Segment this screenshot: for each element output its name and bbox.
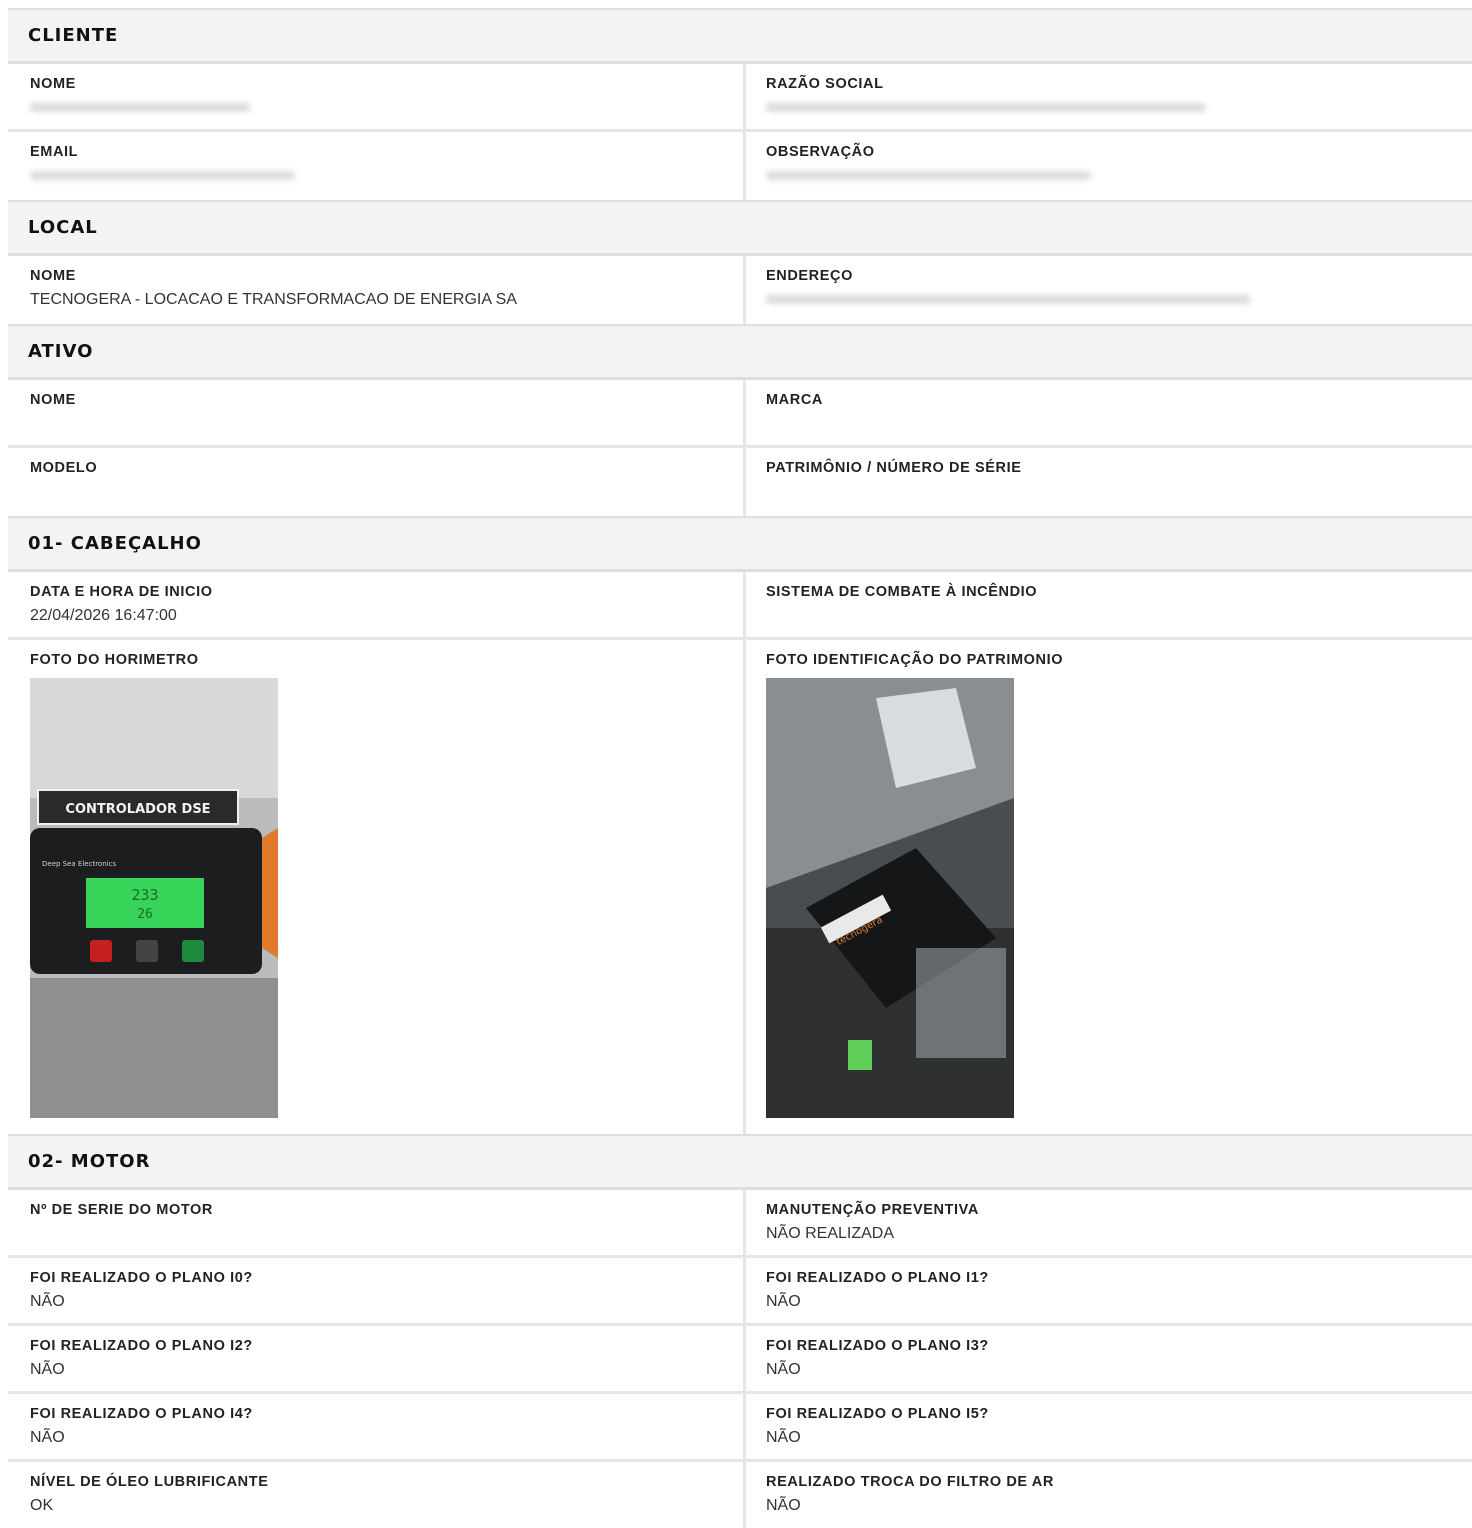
row-cabecalho-1: DATA E HORA DE INICIO 22/04/2026 16:47:0… [8,572,1472,640]
redacted-value [30,103,250,112]
field-label: REALIZADO TROCA DO FILTRO DE AR [766,1474,1054,1490]
horimetro-photo[interactable]: CONTROLADOR DSE Deep Sea Electronics 233… [30,678,278,1118]
field-plano-i4: FOI REALIZADO O PLANO I4? NÃO [8,1394,746,1459]
photo-brand-text: Deep Sea Electronics [42,860,116,868]
row-cliente-1: NOME RAZÃO SOCIAL [8,64,1472,132]
field-label: NOME [30,268,76,284]
field-value: NÃO [30,1429,65,1446]
field-value: NÃO [766,1293,801,1310]
field-value: NÃO [766,1497,801,1514]
field-ativo-nome: NOME [8,380,746,445]
field-label: FOI REALIZADO O PLANO I2? [30,1338,253,1354]
patrimonio-photo[interactable]: tecnogera [766,678,1014,1118]
field-label: MODELO [30,460,98,476]
field-label: NÍVEL DE ÓLEO LUBRIFICANTE [30,1474,269,1490]
row-ativo-2: MODELO PATRIMÔNIO / NÚMERO DE SÉRIE [8,448,1472,516]
photo-display-line1: 233 [131,886,158,904]
field-serie-motor: Nº DE SERIE DO MOTOR [8,1190,746,1255]
field-local-endereco: ENDEREÇO [746,256,1472,324]
field-label: OBSERVAÇÃO [766,144,875,160]
field-value: NÃO [766,1361,801,1378]
redacted-value [766,103,1206,112]
field-sistema-combate-incendio: SISTEMA DE COMBATE À INCÊNDIO [746,572,1472,637]
field-label: ENDEREÇO [766,268,853,284]
field-value: OK [30,1497,54,1514]
field-value: NÃO REALIZADA [766,1225,895,1242]
field-label: FOI REALIZADO O PLANO I1? [766,1270,989,1286]
field-value: NÃO [30,1361,65,1378]
redacted-value [766,295,1251,304]
field-nivel-oleo: NÍVEL DE ÓLEO LUBRIFICANTE OK [8,1462,746,1528]
field-cliente-razao-social: RAZÃO SOCIAL [746,64,1472,129]
field-value: 22/04/2026 16:47:00 [30,607,177,624]
row-motor-1: Nº DE SERIE DO MOTOR MANUTENÇÃO PREVENTI… [8,1190,1472,1258]
field-label: FOI REALIZADO O PLANO I0? [30,1270,253,1286]
field-local-nome: NOME TECNOGERA - LOCACAO E TRANSFORMACAO… [8,256,746,324]
field-label: FOI REALIZADO O PLANO I4? [30,1406,253,1422]
section-title-cliente: CLIENTE [8,8,1472,64]
row-motor-3: FOI REALIZADO O PLANO I2? NÃO FOI REALIZ… [8,1326,1472,1394]
field-label: FOI REALIZADO O PLANO I5? [766,1406,989,1422]
field-plano-i2: FOI REALIZADO O PLANO I2? NÃO [8,1326,746,1391]
section-title-cabecalho: 01- CABEÇALHO [8,516,1472,572]
field-value: NÃO [766,1429,801,1446]
field-label: Nº DE SERIE DO MOTOR [30,1202,213,1218]
field-label: FOI REALIZADO O PLANO I3? [766,1338,989,1354]
row-motor-5: NÍVEL DE ÓLEO LUBRIFICANTE OK REALIZADO … [8,1462,1472,1528]
field-cliente-email: EMAIL [8,132,746,200]
field-label: EMAIL [30,144,79,160]
field-label: PATRIMÔNIO / NÚMERO DE SÉRIE [766,460,1022,476]
field-label: NOME [30,76,76,92]
field-cliente-observacao: OBSERVAÇÃO [746,132,1472,200]
field-label: MANUTENÇÃO PREVENTIVA [766,1202,979,1218]
field-label: MARCA [766,392,823,408]
section-title-ativo: ATIVO [8,324,1472,380]
field-data-hora-inicio: DATA E HORA DE INICIO 22/04/2026 16:47:0… [8,572,746,637]
field-label: RAZÃO SOCIAL [766,76,884,92]
field-ativo-modelo: MODELO [8,448,746,516]
redacted-value [30,171,295,180]
redacted-value [766,171,1091,180]
row-motor-4: FOI REALIZADO O PLANO I4? NÃO FOI REALIZ… [8,1394,1472,1462]
row-cliente-2: EMAIL OBSERVAÇÃO [8,132,1472,200]
field-ativo-marca: MARCA [746,380,1472,445]
photo-display-line2: 26 [137,907,153,922]
field-ativo-patrimonio: PATRIMÔNIO / NÚMERO DE SÉRIE [746,448,1472,516]
section-title-local: LOCAL [8,200,1472,256]
section-title-motor: 02- MOTOR [8,1134,1472,1190]
row-ativo-1: NOME MARCA [8,380,1472,448]
field-label: DATA E HORA DE INICIO [30,584,213,600]
field-label: SISTEMA DE COMBATE À INCÊNDIO [766,584,1038,600]
field-foto-horimetro: FOTO DO HORIMETRO CONTROLADOR DSE Deep S… [8,640,746,1134]
row-motor-2: FOI REALIZADO O PLANO I0? NÃO FOI REALIZ… [8,1258,1472,1326]
field-cliente-nome: NOME [8,64,746,129]
photo-sign-text: CONTROLADOR DSE [65,802,210,817]
row-cabecalho-fotos: FOTO DO HORIMETRO CONTROLADOR DSE Deep S… [8,640,1472,1134]
field-manutencao-preventiva: MANUTENÇÃO PREVENTIVA NÃO REALIZADA [746,1190,1472,1255]
field-plano-i1: FOI REALIZADO O PLANO I1? NÃO [746,1258,1472,1323]
field-label: NOME [30,392,76,408]
report: CLIENTE NOME RAZÃO SOCIAL EMAIL OBSERVAÇ… [8,8,1472,1528]
field-label: FOTO IDENTIFICAÇÃO DO PATRIMONIO [766,652,1064,668]
field-foto-identificacao-patrimonio: FOTO IDENTIFICAÇÃO DO PATRIMONIO tecnoge… [746,640,1472,1134]
field-plano-i3: FOI REALIZADO O PLANO I3? NÃO [746,1326,1472,1391]
field-value: TECNOGERA - LOCACAO E TRANSFORMACAO DE E… [30,291,517,308]
field-value: NÃO [30,1293,65,1310]
field-plano-i5: FOI REALIZADO O PLANO I5? NÃO [746,1394,1472,1459]
row-local-1: NOME TECNOGERA - LOCACAO E TRANSFORMACAO… [8,256,1472,324]
field-label: FOTO DO HORIMETRO [30,652,199,668]
field-troca-filtro-ar: REALIZADO TROCA DO FILTRO DE AR NÃO [746,1462,1472,1528]
field-plano-i0: FOI REALIZADO O PLANO I0? NÃO [8,1258,746,1323]
